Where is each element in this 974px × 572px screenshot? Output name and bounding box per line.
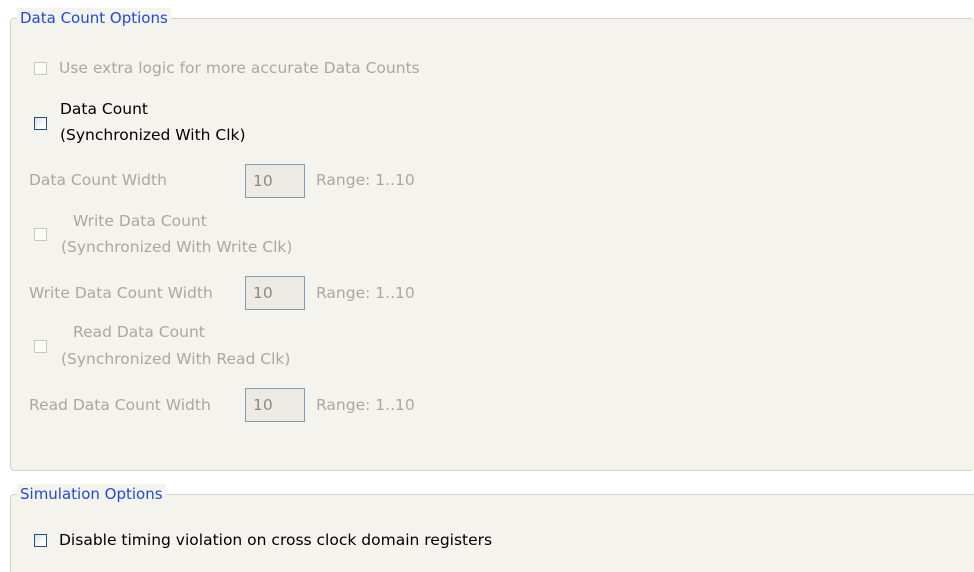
data-count-width-field[interactable]: 10 — [245, 164, 305, 198]
disable-timing-checkbox[interactable] — [34, 534, 47, 547]
write-data-count-label-line1: Write Data Count — [73, 212, 207, 230]
data-count-width-range: Range: 1..10 — [316, 171, 415, 189]
write-data-count-width-label: Write Data Count Width — [29, 284, 213, 302]
extra-logic-label: Use extra logic for more accurate Data C… — [59, 59, 420, 77]
data-count-label-line1: Data Count — [60, 100, 148, 118]
write-data-count-label-line2: (Synchronized With Write Clk) — [61, 238, 293, 256]
read-data-count-checkbox[interactable] — [34, 340, 47, 353]
read-data-count-label-line2: (Synchronized With Read Clk) — [61, 350, 291, 368]
read-data-count-width-label: Read Data Count Width — [29, 396, 211, 414]
data-count-checkbox[interactable] — [34, 117, 47, 130]
write-data-count-width-field[interactable]: 10 — [245, 276, 305, 310]
extra-logic-checkbox[interactable] — [34, 62, 47, 75]
data-count-label-line2: (Synchronized With Clk) — [60, 126, 246, 144]
write-data-count-width-range: Range: 1..10 — [316, 284, 415, 302]
read-data-count-width-field[interactable]: 10 — [245, 388, 305, 422]
read-data-count-width-range: Range: 1..10 — [316, 396, 415, 414]
simulation-options-legend: Simulation Options — [17, 484, 166, 504]
disable-timing-label: Disable timing violation on cross clock … — [59, 531, 493, 549]
data-count-options-legend: Data Count Options — [17, 8, 171, 28]
write-data-count-checkbox[interactable] — [34, 228, 47, 241]
read-data-count-label-line1: Read Data Count — [73, 323, 205, 341]
data-count-width-label: Data Count Width — [29, 171, 167, 189]
